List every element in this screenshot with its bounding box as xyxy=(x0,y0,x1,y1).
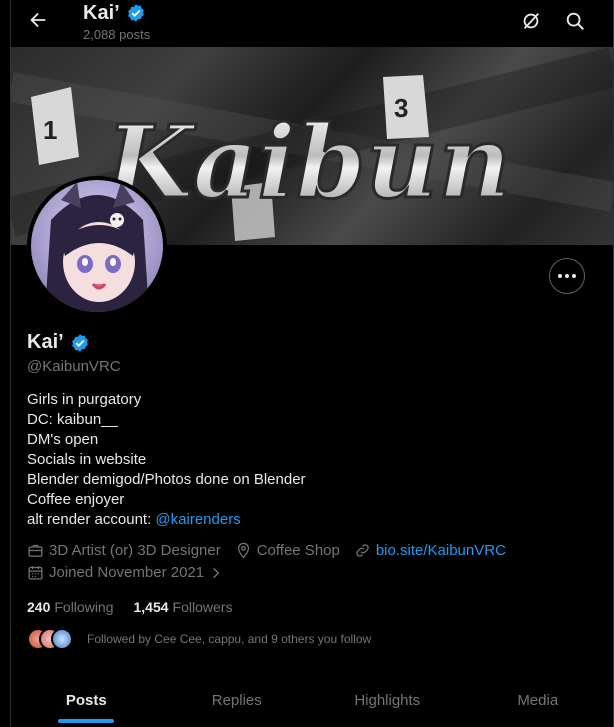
more-dot xyxy=(558,274,562,278)
profile-tabs: Posts Replies Highlights Media xyxy=(11,673,613,727)
followers-count: 1,454 xyxy=(133,599,169,615)
profile-name-row: Kai’ xyxy=(27,331,90,354)
website-link[interactable]: bio.site/KaibunVRC xyxy=(376,542,506,559)
bio-line: Coffee enjoyer xyxy=(27,491,125,508)
following-label: Following xyxy=(54,599,114,615)
marker-1-text: 1 xyxy=(43,115,57,145)
followers-label: Followers xyxy=(172,599,233,615)
avatar[interactable] xyxy=(27,176,167,316)
tab-label: Media xyxy=(517,691,559,709)
location-text: Coffee Shop xyxy=(256,542,340,559)
profile-handle: @KaibunVRC xyxy=(27,358,121,375)
bio-mention-link[interactable]: @kairenders xyxy=(155,511,240,528)
following-count: 240 xyxy=(27,599,51,615)
more-dot xyxy=(572,274,576,278)
tab-media[interactable]: Media xyxy=(463,673,614,727)
chevron-right-icon xyxy=(213,567,220,578)
profile-meta: 3D Artist (or) 3D Designer Coffee Shop b… xyxy=(27,542,520,559)
verified-badge-icon[interactable] xyxy=(70,333,90,353)
follow-stats: 240 Following 1,454 Followers xyxy=(27,599,252,615)
briefcase-icon xyxy=(28,544,43,557)
following-link[interactable]: 240 Following xyxy=(27,599,114,615)
more-dot xyxy=(565,274,569,278)
bio-line: Blender demigod/Photos done on Blender xyxy=(27,471,306,488)
back-arrow-icon[interactable] xyxy=(27,9,49,31)
category-text: 3D Artist (or) 3D Designer xyxy=(49,542,221,559)
followed-by-text: Followed by Cee Cee, cappu, and 9 others… xyxy=(87,632,372,646)
header-posts-count: 2,088 posts xyxy=(83,27,151,42)
profile-bio: Girls in purgatory DC: kaibun__ DM's ope… xyxy=(27,390,306,530)
tab-highlights[interactable]: Highlights xyxy=(312,673,463,727)
tab-posts[interactable]: Posts xyxy=(11,673,162,727)
bio-prefix: alt render account: xyxy=(27,511,156,528)
followed-by-row[interactable]: Followed by Cee Cee, cappu, and 9 others… xyxy=(27,628,371,650)
joined-text: Joined November 2021 xyxy=(49,564,205,581)
avatar-image xyxy=(31,180,163,312)
profile-header: Kai’ 2,088 posts xyxy=(11,0,613,47)
follower-avatars xyxy=(27,628,83,650)
header-name-row: Kai’ xyxy=(83,2,146,24)
tab-label: Posts xyxy=(65,691,107,709)
more-options-button[interactable] xyxy=(549,258,585,294)
tab-label: Replies xyxy=(211,691,262,709)
bio-line: DM's open xyxy=(27,431,99,448)
followers-link[interactable]: 1,454 Followers xyxy=(134,599,233,615)
bio-line: DC: kaibun__ xyxy=(27,411,118,428)
grok-icon[interactable] xyxy=(520,10,542,32)
location-item: Coffee Shop xyxy=(235,542,340,559)
website-item: bio.site/KaibunVRC xyxy=(354,542,506,559)
joined-row[interactable]: Joined November 2021 xyxy=(27,564,223,581)
header-name: Kai’ xyxy=(83,2,120,24)
link-icon xyxy=(356,544,369,557)
active-tab-indicator xyxy=(58,719,115,723)
tab-replies[interactable]: Replies xyxy=(162,673,313,727)
location-pin-icon xyxy=(237,542,249,559)
verified-badge-icon xyxy=(127,4,144,22)
bio-line: Socials in website xyxy=(27,451,147,468)
bio-line: alt render account: @kairenders xyxy=(27,510,306,530)
calendar-icon xyxy=(28,566,43,580)
bio-line: Girls in purgatory xyxy=(27,391,142,408)
profile-name: Kai’ xyxy=(27,331,64,353)
search-icon[interactable] xyxy=(564,10,586,32)
category-item: 3D Artist (or) 3D Designer xyxy=(27,542,221,559)
follower-avatar xyxy=(51,628,73,650)
tab-label: Highlights xyxy=(354,691,421,709)
banner-title: Kaibun xyxy=(103,103,511,221)
